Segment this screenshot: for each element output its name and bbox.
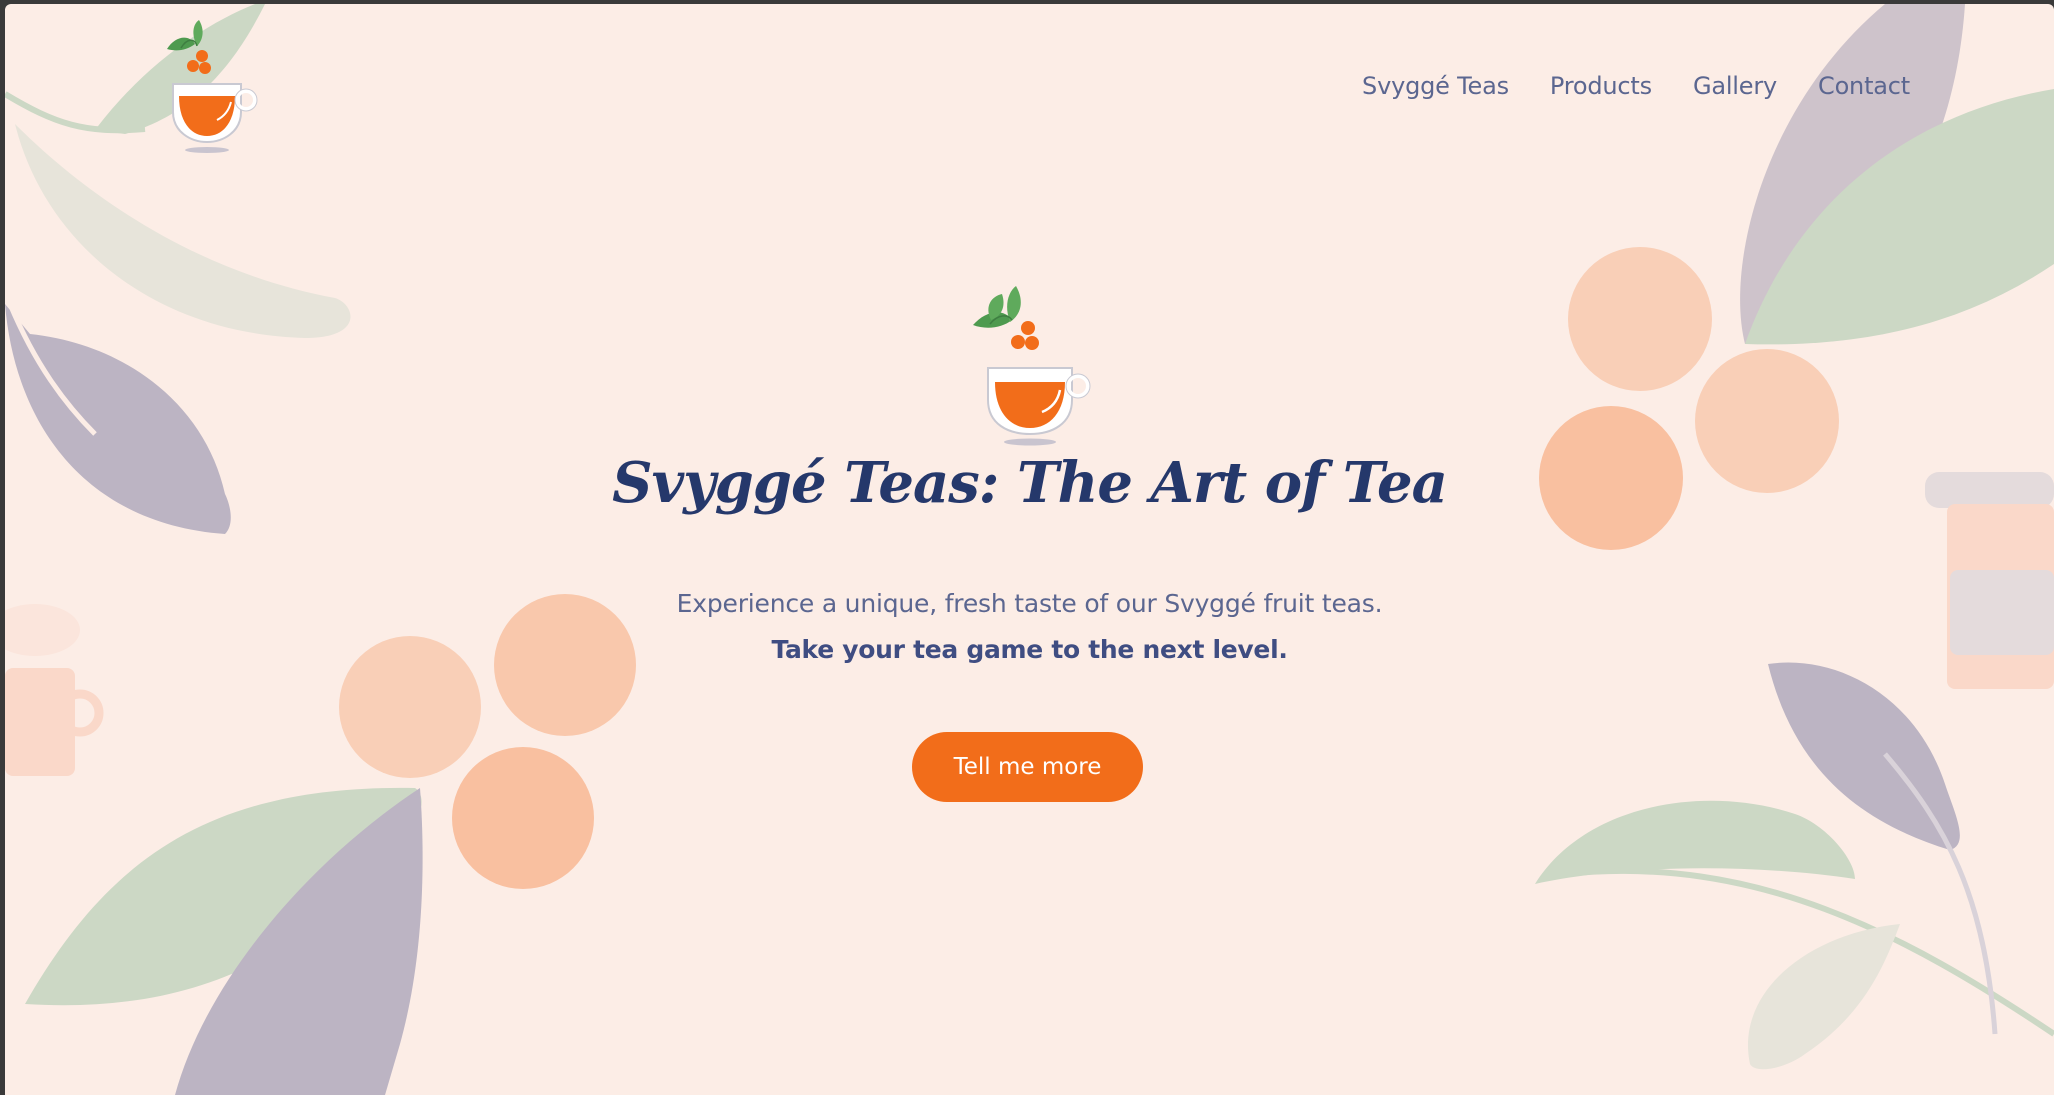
hero-title: Svyggé Teas: The Art of Tea (612, 450, 1448, 516)
nav-link-gallery[interactable]: Gallery (1693, 72, 1777, 100)
page-frame: Svyggé Teas Products Gallery Contact Svy… (5, 4, 2054, 1095)
teacup-logo-icon[interactable] (145, 16, 265, 156)
tell-me-more-button[interactable]: Tell me more (912, 732, 1143, 802)
teacup-hero-icon (973, 286, 1091, 446)
hero-subtitle: Experience a unique, fresh taste of our … (676, 589, 1383, 618)
berry-circle (1568, 247, 1712, 391)
nav-link-products[interactable]: Products (1550, 72, 1652, 100)
nav-link-svygge-teas[interactable]: Svyggé Teas (1362, 72, 1509, 100)
leaf-shape (1747, 924, 1900, 1070)
nav-link-contact[interactable]: Contact (1818, 72, 1910, 100)
main-nav: Svyggé Teas Products Gallery Contact (1362, 72, 1910, 100)
decorative-background (5, 4, 2054, 1095)
hero-tagline: Take your tea game to the next level. (771, 635, 1288, 664)
leaf-shape (15, 124, 351, 338)
berry-circle (452, 747, 594, 889)
